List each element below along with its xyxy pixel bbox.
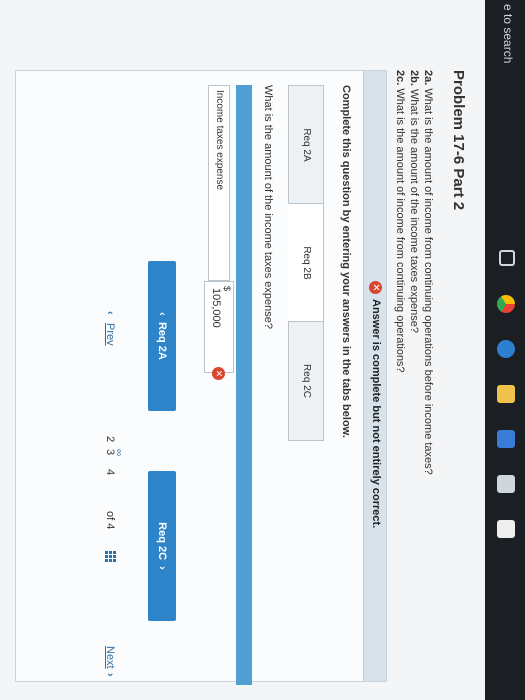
- status-text: Answer is complete but not entirely corr…: [370, 299, 382, 529]
- page-2[interactable]: 2: [104, 436, 116, 442]
- assignment-page: Problem 17-6 Part 2 2a. What is the amou…: [0, 0, 485, 700]
- currency-symbol: $: [222, 286, 232, 292]
- incorrect-x-icon: ✕: [212, 367, 225, 380]
- prev-req-button[interactable]: ‹ Req 2A: [148, 261, 176, 411]
- answer-status-bar: ✕ Answer is complete but not entirely co…: [363, 71, 386, 681]
- chrome-icon[interactable]: [497, 295, 515, 313]
- prev-req-label: Req 2A: [156, 321, 168, 360]
- question-2a: 2a. What is the amount of income from co…: [421, 70, 435, 475]
- next-req-label: Req 2C: [156, 522, 168, 561]
- tab-req-2a[interactable]: Req 2A: [288, 85, 324, 205]
- file-explorer-icon[interactable]: [497, 385, 515, 403]
- edge-icon[interactable]: [497, 340, 515, 358]
- question-number: 2c.: [394, 70, 406, 86]
- page-count: of 4: [104, 511, 116, 530]
- answer-grid-header: [236, 85, 252, 685]
- taskbar: e to search: [485, 0, 525, 700]
- page-4[interactable]: 4: [104, 469, 116, 475]
- income-taxes-input[interactable]: $ 105,000 ✕: [204, 281, 234, 380]
- rotated-screen: e to search Problem 17-6 Part 2 2a. What…: [0, 0, 525, 700]
- tab-req-2c[interactable]: Req 2C: [288, 321, 324, 441]
- question-2c: 2c. What is the amount of income from co…: [393, 70, 407, 475]
- error-x-icon: ✕: [369, 281, 382, 294]
- chevron-left-icon: ‹: [104, 311, 116, 315]
- chevron-right-icon: ›: [156, 566, 168, 570]
- page-3[interactable]: 3: [104, 449, 116, 455]
- question-text: What is the amount of income from contin…: [394, 88, 406, 373]
- instruction-text: Complete this question by entering your …: [340, 85, 352, 438]
- page-title: Problem 17-6 Part 2: [450, 70, 467, 211]
- store-icon[interactable]: [497, 430, 515, 448]
- next-link[interactable]: Next: [104, 646, 116, 669]
- chevron-right-icon: ›: [104, 673, 116, 677]
- input-value[interactable]: 105,000: [210, 288, 222, 328]
- chevron-left-icon: ‹: [156, 312, 168, 316]
- app-icon[interactable]: [497, 520, 515, 538]
- prev-link[interactable]: Prev: [104, 323, 116, 346]
- question-text: What is the amount of the income taxes e…: [408, 88, 420, 333]
- next-req-button[interactable]: Req 2C ›: [148, 471, 176, 621]
- question-2b: 2b. What is the amount of the income tax…: [407, 70, 421, 475]
- question-list: 2a. What is the amount of income from co…: [393, 70, 435, 475]
- task-view-icon[interactable]: [499, 250, 515, 266]
- row-label: Income taxes expense: [208, 85, 230, 281]
- answer-panel: ✕ Answer is complete but not entirely co…: [15, 70, 387, 685]
- question-text: What is the amount of income from contin…: [422, 88, 434, 475]
- mail-icon[interactable]: [497, 475, 515, 493]
- tab-question: What is the amount of the income taxes e…: [262, 85, 274, 329]
- question-number: 2a.: [422, 70, 434, 86]
- question-number: 2b.: [408, 70, 420, 86]
- grid-icon[interactable]: [104, 551, 116, 563]
- tab-req-2b[interactable]: Req 2B: [288, 203, 324, 323]
- taskbar-search-text[interactable]: e to search: [501, 4, 515, 63]
